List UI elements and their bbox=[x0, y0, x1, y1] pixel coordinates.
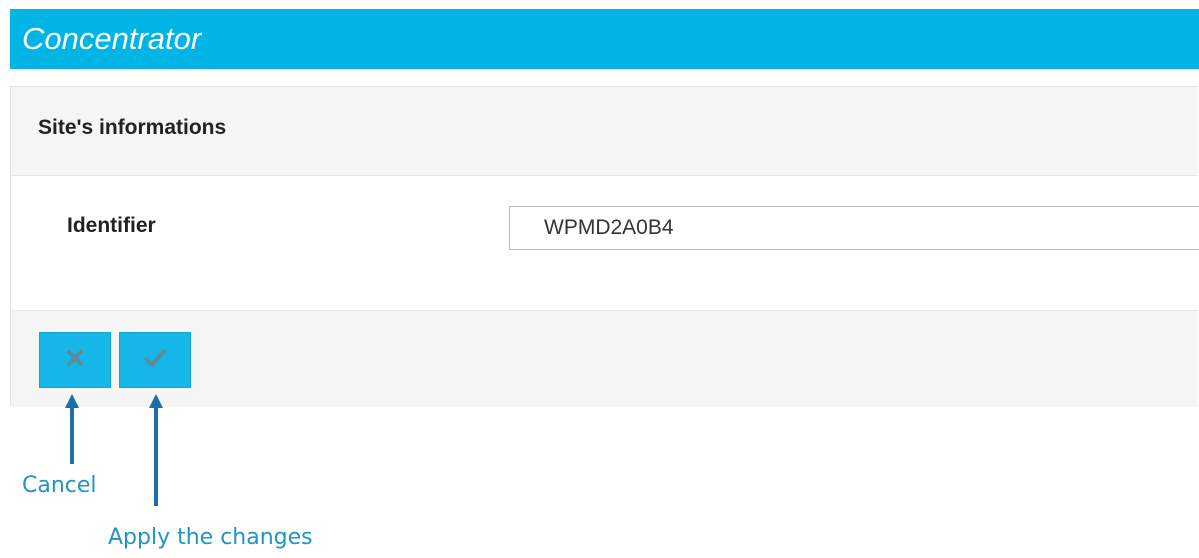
page-title: Concentrator bbox=[22, 21, 202, 56]
apply-arrow bbox=[149, 394, 163, 506]
panel-heading-title: Site's informations bbox=[38, 116, 227, 139]
close-icon bbox=[66, 349, 84, 372]
apply-annotation: Apply the changes bbox=[108, 525, 313, 550]
identifier-input[interactable] bbox=[509, 206, 1199, 250]
panel-heading: Site's informations bbox=[11, 87, 1198, 176]
panel-footer bbox=[11, 310, 1198, 407]
identifier-label: Identifier bbox=[67, 214, 156, 237]
cancel-button[interactable] bbox=[39, 332, 111, 388]
site-info-panel: Site's informations Identifier bbox=[10, 86, 1199, 407]
cancel-arrow bbox=[65, 394, 79, 464]
check-icon bbox=[144, 348, 166, 373]
apply-button[interactable] bbox=[119, 332, 191, 388]
page-header: Concentrator bbox=[10, 9, 1199, 69]
cancel-annotation: Cancel bbox=[22, 473, 97, 498]
